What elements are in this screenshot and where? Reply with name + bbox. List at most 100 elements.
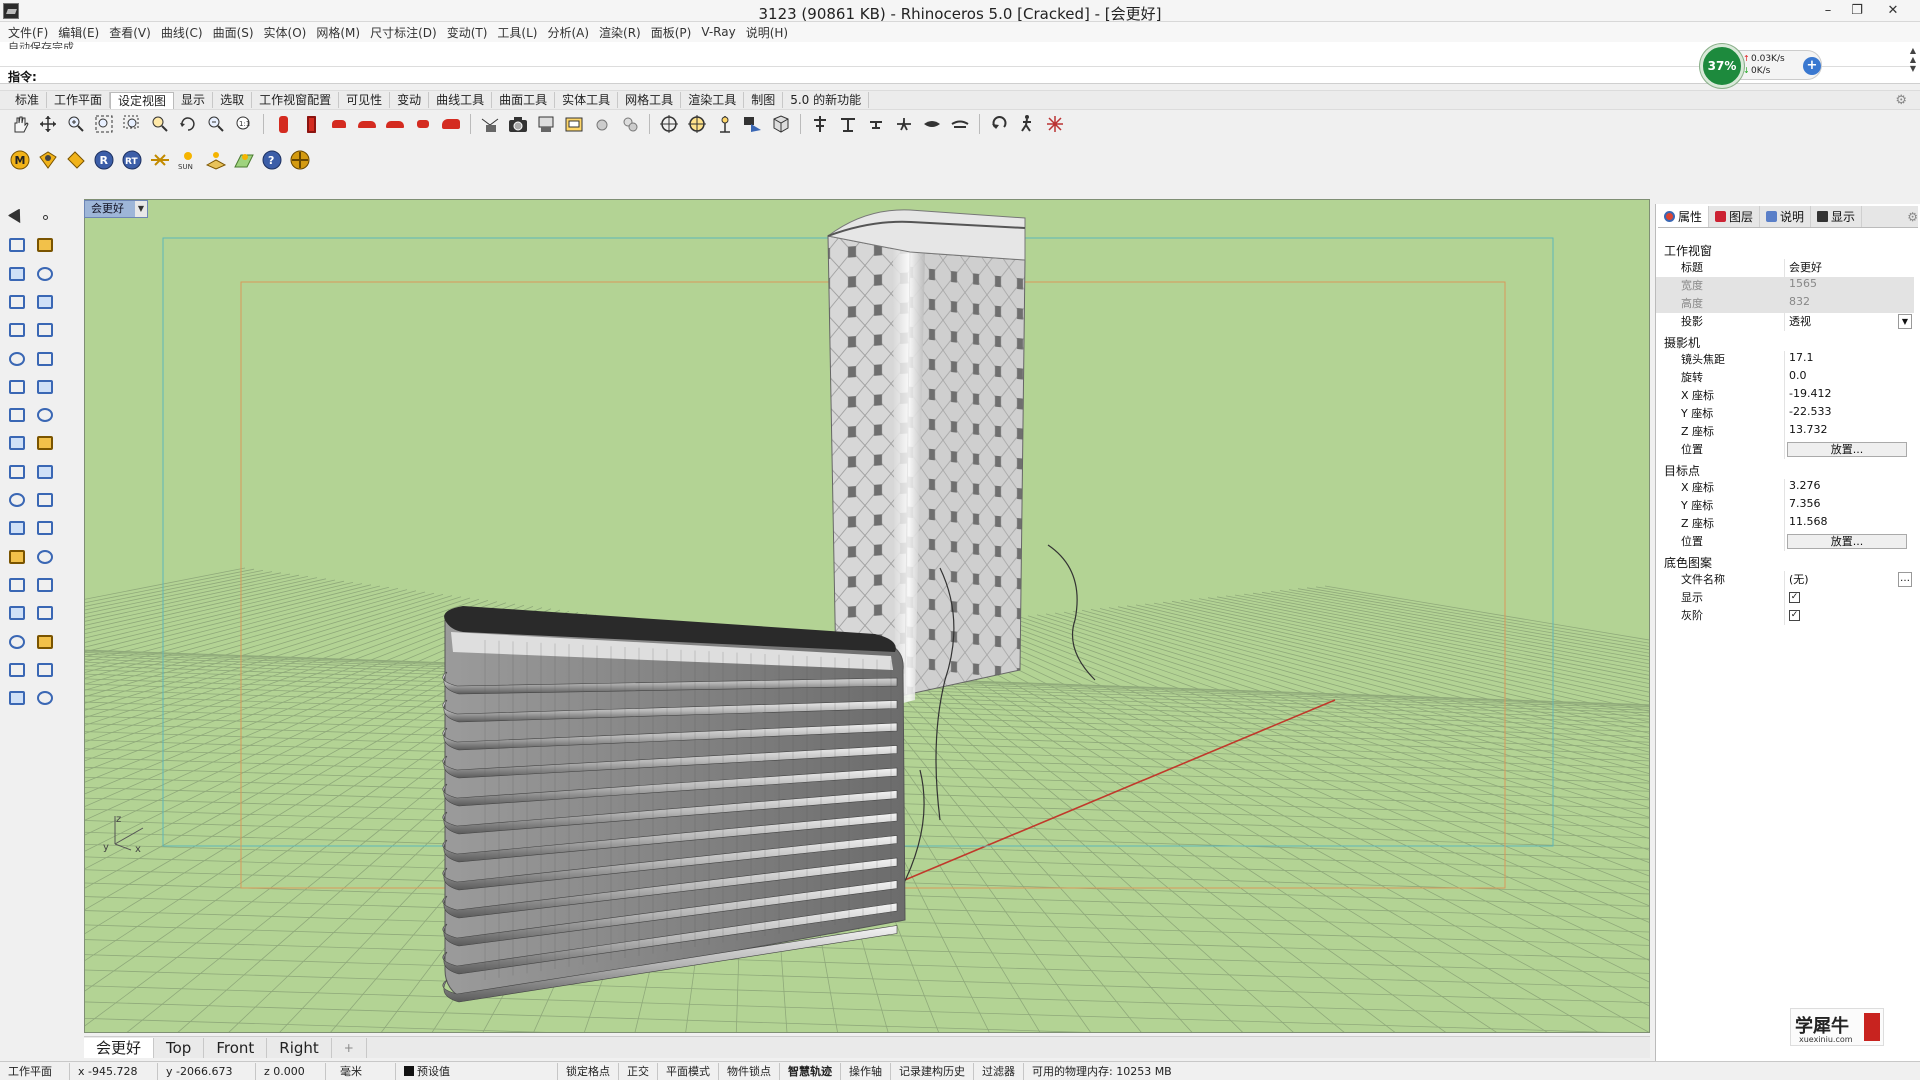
viewport-title-tab[interactable]: 会更好 ▼ bbox=[84, 200, 148, 218]
menu-file[interactable]: 文件(F) bbox=[4, 24, 52, 41]
command-scroll-arrows[interactable]: ▲ ▲ ▼ bbox=[1908, 46, 1918, 73]
render-icon[interactable] bbox=[6, 687, 28, 709]
history-icon[interactable] bbox=[34, 631, 56, 653]
zoom-window-icon[interactable] bbox=[120, 112, 144, 136]
minimize-button[interactable]: – bbox=[1815, 2, 1841, 20]
red-tall-icon[interactable] bbox=[299, 112, 323, 136]
status-cplane[interactable]: 工作平面 bbox=[0, 1062, 70, 1080]
grayscale-checkbox[interactable]: ✓ bbox=[1789, 610, 1800, 621]
sphere-icon[interactable] bbox=[590, 112, 614, 136]
named-view-icon[interactable] bbox=[534, 112, 558, 136]
text-icon[interactable] bbox=[6, 546, 28, 568]
analyze-icon[interactable] bbox=[6, 659, 28, 681]
zoom-extents-icon[interactable] bbox=[92, 112, 116, 136]
tab-visibility[interactable]: 可见性 bbox=[339, 92, 391, 108]
camera-y-field[interactable]: -22.533 bbox=[1784, 405, 1914, 423]
status-layer[interactable]: 预设值 bbox=[396, 1062, 558, 1080]
point-icon[interactable] bbox=[34, 206, 56, 228]
status-osnap[interactable]: 物件锁点 bbox=[719, 1062, 780, 1080]
menu-view[interactable]: 查看(V) bbox=[105, 24, 155, 41]
close-button[interactable]: ✕ bbox=[1880, 2, 1906, 20]
target-place-button[interactable]: 放置... bbox=[1787, 534, 1907, 549]
ellipse-icon[interactable] bbox=[34, 263, 56, 285]
rectangle-icon[interactable] bbox=[34, 291, 56, 313]
split-icon[interactable] bbox=[6, 461, 28, 483]
join-icon[interactable] bbox=[34, 489, 56, 511]
hatch-icon[interactable] bbox=[34, 602, 56, 624]
transform-icon[interactable] bbox=[34, 574, 56, 596]
curve-from-object-icon[interactable] bbox=[6, 517, 28, 539]
tab-drafting[interactable]: 制图 bbox=[744, 92, 784, 108]
red-car-front-icon[interactable] bbox=[327, 112, 351, 136]
command-prompt[interactable]: 指令: bbox=[8, 68, 37, 85]
polygon-icon[interactable] bbox=[6, 291, 28, 313]
menu-mesh[interactable]: 网格(M) bbox=[312, 24, 364, 41]
status-grid-snap[interactable]: 锁定格点 bbox=[558, 1062, 619, 1080]
camera-place-button[interactable]: 放置... bbox=[1787, 442, 1907, 457]
trim-icon[interactable] bbox=[34, 461, 56, 483]
sun-star-icon[interactable] bbox=[1043, 112, 1067, 136]
vray-render-icon[interactable]: R bbox=[92, 148, 116, 172]
camera-plane-icon[interactable] bbox=[741, 112, 765, 136]
vray-infinite-plane-icon[interactable] bbox=[232, 148, 256, 172]
menu-render[interactable]: 渲染(R) bbox=[595, 24, 645, 41]
lens-length-field[interactable]: 17.1 bbox=[1784, 351, 1914, 369]
red-cylinder-icon[interactable] bbox=[271, 112, 295, 136]
viewport-tab-front[interactable]: Front bbox=[204, 1037, 268, 1058]
vray-tags-icon[interactable] bbox=[64, 148, 88, 172]
camera-icon[interactable] bbox=[506, 112, 530, 136]
spheres-icon[interactable] bbox=[618, 112, 642, 136]
tab-solid-tools[interactable]: 实体工具 bbox=[555, 92, 619, 108]
checkmark-icon[interactable] bbox=[34, 659, 56, 681]
tab-render-tools[interactable]: 渲染工具 bbox=[681, 92, 745, 108]
light-icon[interactable] bbox=[34, 687, 56, 709]
person-tall-icon[interactable] bbox=[808, 112, 832, 136]
camera-target-icon[interactable] bbox=[478, 112, 502, 136]
walkabout-icon[interactable] bbox=[1015, 112, 1039, 136]
rotation-field[interactable]: 0.0 bbox=[1784, 369, 1914, 387]
target-z-field[interactable]: 11.568 bbox=[1784, 515, 1914, 533]
vray-dome-icon[interactable] bbox=[204, 148, 228, 172]
toolbar-options-gear-icon[interactable]: ⚙ bbox=[1888, 93, 1914, 109]
undo-view-icon[interactable] bbox=[987, 112, 1011, 136]
circle-icon[interactable] bbox=[6, 263, 28, 285]
select-arrow-icon[interactable] bbox=[6, 206, 28, 228]
menu-solid[interactable]: 实体(O) bbox=[260, 24, 311, 41]
tab-standard[interactable]: 标准 bbox=[8, 92, 48, 108]
vray-help-icon[interactable]: ? bbox=[260, 148, 284, 172]
projection-select[interactable]: 透视 ▼ bbox=[1784, 313, 1914, 331]
perspective-viewport[interactable]: x y z bbox=[84, 199, 1650, 1033]
tab-surface-tools[interactable]: 曲面工具 bbox=[492, 92, 556, 108]
vray-rt-icon[interactable]: RT bbox=[120, 148, 144, 172]
tab-curve-tools[interactable]: 曲线工具 bbox=[429, 92, 493, 108]
box-icon[interactable] bbox=[6, 376, 28, 398]
zoom-in-icon[interactable] bbox=[64, 112, 88, 136]
vray-options-icon[interactable] bbox=[36, 148, 60, 172]
tab-help[interactable]: 说明 bbox=[1760, 206, 1812, 227]
status-smarttrack[interactable]: 智慧轨迹 bbox=[780, 1062, 841, 1080]
sphere-solid-icon[interactable] bbox=[34, 376, 56, 398]
red-car-side-icon[interactable] bbox=[355, 112, 379, 136]
red-car-perspective-icon[interactable] bbox=[439, 112, 463, 136]
zoom-1to1-icon[interactable]: 1:1 bbox=[232, 112, 256, 136]
arc-icon[interactable] bbox=[34, 319, 56, 341]
menu-help[interactable]: 说明(H) bbox=[742, 24, 792, 41]
target-yellow-icon[interactable] bbox=[685, 112, 709, 136]
menu-analyze[interactable]: 分析(A) bbox=[543, 24, 593, 41]
tab-viewport-layout[interactable]: 工作视窗配置 bbox=[252, 92, 340, 108]
boolean-union-icon[interactable] bbox=[6, 432, 28, 454]
tab-new-in-v5[interactable]: 5.0 的新功能 bbox=[783, 92, 870, 108]
dimension-icon[interactable] bbox=[34, 546, 56, 568]
target-crosshair-icon[interactable] bbox=[657, 112, 681, 136]
extrude-icon[interactable] bbox=[6, 404, 28, 426]
menu-panels[interactable]: 面板(P) bbox=[647, 24, 696, 41]
status-gumball[interactable]: 操作轴 bbox=[841, 1062, 891, 1080]
target-x-field[interactable]: 3.276 bbox=[1784, 479, 1914, 497]
menu-vray[interactable]: V-Ray bbox=[697, 25, 739, 39]
light-linear-icon[interactable] bbox=[920, 112, 944, 136]
box-view-icon[interactable] bbox=[769, 112, 793, 136]
filename-field[interactable]: (无)… bbox=[1784, 571, 1914, 589]
group-icon[interactable] bbox=[6, 489, 28, 511]
control-points-icon[interactable] bbox=[34, 234, 56, 256]
explode-icon[interactable] bbox=[34, 432, 56, 454]
